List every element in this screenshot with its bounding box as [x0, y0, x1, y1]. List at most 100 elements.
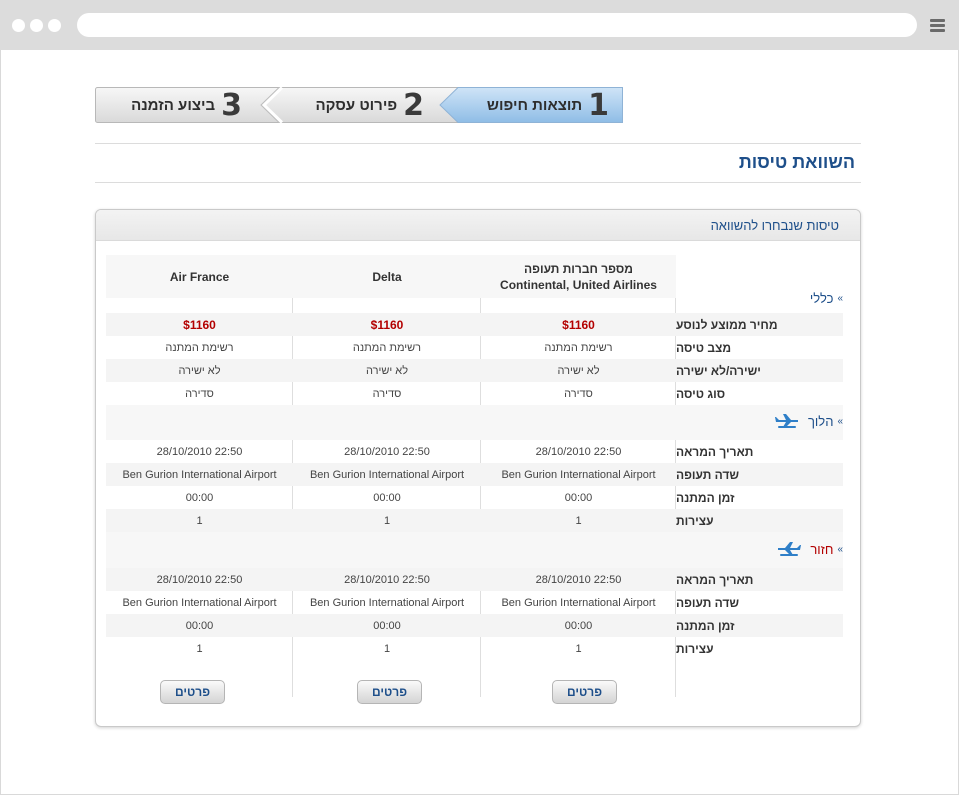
- row-label: שדה תעופה: [676, 595, 740, 610]
- cell-value: רשימת המתנה: [544, 341, 613, 354]
- cell-value: 00:00: [185, 619, 214, 632]
- airline-name: Delta: [372, 269, 402, 284]
- table-row: 00:00 00:00 00:00 זמן המתנה: [106, 614, 843, 637]
- airline-name: Continental, United Airlines: [500, 277, 657, 292]
- cell-value: 1: [196, 642, 203, 655]
- cell-value: 1: [196, 514, 203, 527]
- row-label: עצירות: [676, 641, 714, 656]
- table-row: 28/10/2010 22:50 28/10/2010 22:50 28/10/…: [106, 440, 843, 463]
- table-row: 28/10/2010 22:50 28/10/2010 22:50 28/10/…: [106, 568, 843, 591]
- table-row: Ben Gurion International Airport Ben Gur…: [106, 463, 843, 486]
- window-dot-icon[interactable]: [48, 19, 61, 32]
- step-2[interactable]: 2 פירוט עסקה: [278, 87, 458, 123]
- cell-value: 28/10/2010 22:50: [344, 445, 430, 458]
- cell-value: 28/10/2010 22:50: [535, 445, 622, 458]
- step-1[interactable]: 1 תוצאות חיפוש: [440, 87, 623, 123]
- cell-value: 00:00: [564, 491, 593, 504]
- section-row-outbound: » הלוך: [106, 405, 843, 440]
- row-label: תאריך המראה: [676, 444, 754, 459]
- double-chevron-icon: »: [837, 293, 843, 304]
- details-button[interactable]: פרטים: [160, 680, 225, 704]
- step-number: 3: [221, 87, 242, 123]
- table-row: 1 1 1 עצירות: [106, 637, 843, 660]
- cell-value: Ben Gurion International Airport: [501, 468, 656, 481]
- row-label: שדה תעופה: [676, 467, 740, 482]
- cell-value: רשימת המתנה: [165, 341, 234, 354]
- cell-value: 00:00: [373, 619, 401, 632]
- airline-count: מספר חברות תעופה: [524, 261, 633, 276]
- cell-value: 00:00: [185, 491, 214, 504]
- cell-value: 1: [383, 642, 391, 655]
- cell-value: לא ישירה: [557, 364, 600, 377]
- price-value: $1160: [562, 317, 595, 332]
- cell-value: סדירה: [372, 387, 402, 400]
- cell-value: סדירה: [564, 387, 593, 400]
- step-label: תוצאות חיפוש: [486, 96, 583, 114]
- panel-title: טיסות שנבחרו להשוואה: [96, 210, 860, 241]
- section-outbound[interactable]: » הלוך: [774, 413, 843, 429]
- section-return[interactable]: » חזור: [776, 541, 843, 557]
- step-label: ביצוע הזמנה: [131, 96, 216, 114]
- table-row: לא ישירה לא ישירה לא ישירה ישירה/לא ישיר…: [106, 359, 843, 382]
- window-dot-icon[interactable]: [30, 19, 43, 32]
- cell-value: לא ישירה: [178, 364, 221, 377]
- price-value: $1160: [183, 317, 216, 332]
- table-header-row: Air France Delta מספר חברות תעופה Contin…: [106, 255, 843, 313]
- table-row: 00:00 00:00 00:00 זמן המתנה: [106, 486, 843, 509]
- cell-value: Ben Gurion International Airport: [501, 596, 656, 609]
- row-label: סוג טיסה: [676, 386, 726, 401]
- row-label: מחיר ממוצע לנוסע: [676, 317, 778, 332]
- cell-value: 00:00: [564, 619, 593, 632]
- cell-value: 00:00: [373, 491, 401, 504]
- step-label: פירוט עסקה: [315, 96, 398, 114]
- airplane-icon: [778, 542, 802, 556]
- divider: [95, 143, 861, 144]
- row-label: זמן המתנה: [676, 618, 735, 633]
- row-label: מצב טיסה: [676, 340, 732, 355]
- double-chevron-icon: »: [837, 415, 843, 427]
- column-header-multi-airline: מספר חברות תעופה Continental, United Air…: [481, 255, 676, 298]
- hamburger-icon[interactable]: [930, 19, 945, 32]
- row-label: תאריך המראה: [676, 572, 754, 587]
- cell-value: Ben Gurion International Airport: [122, 468, 277, 481]
- section-label: כללי: [809, 291, 834, 306]
- step-number: 2: [403, 87, 424, 123]
- actions-row: פרטים פרטים פרטים: [106, 664, 843, 714]
- table-row: 1 1 1 עצירות: [106, 509, 843, 532]
- step-number: 1: [588, 87, 609, 123]
- step-3[interactable]: 3 ביצוע הזמנה: [95, 87, 260, 123]
- column-header-air-france: Air France: [106, 255, 293, 298]
- cell-value: 28/10/2010 22:50: [535, 573, 622, 586]
- section-general[interactable]: » כללי: [810, 291, 843, 306]
- cell-value: 28/10/2010 22:50: [344, 573, 430, 586]
- comparison-table: Air France Delta מספר חברות תעופה Contin…: [106, 255, 843, 714]
- cell-value: סדירה: [185, 387, 214, 400]
- window-dot-icon[interactable]: [12, 19, 25, 32]
- divider: [95, 182, 861, 183]
- price-value: $1160: [370, 317, 404, 332]
- page-title: השוואת טיסות: [738, 152, 855, 172]
- column-header-delta: Delta: [293, 255, 481, 298]
- table-row: רשימת המתנה רשימת המתנה רשימת המתנה מצב …: [106, 336, 843, 359]
- details-button[interactable]: פרטים: [357, 680, 422, 704]
- table-row: $1160 $1160 $1160 מחיר ממוצע לנוסע: [106, 313, 843, 336]
- table-row: Ben Gurion International Airport Ben Gur…: [106, 591, 843, 614]
- table-row: סדירה סדירה סדירה סוג טיסה: [106, 382, 843, 405]
- cell-value: 1: [575, 514, 582, 527]
- row-label: ישירה/לא ישירה: [676, 363, 761, 378]
- booking-stepper: 1 תוצאות חיפוש 2 פירוט עסקה 3 ביצוע הזמנ…: [95, 87, 623, 123]
- cell-value: רשימת המתנה: [352, 341, 422, 354]
- address-bar[interactable]: [77, 13, 917, 37]
- cell-value: Ben Gurion International Airport: [309, 596, 465, 609]
- row-label: זמן המתנה: [676, 490, 735, 505]
- row-label: עצירות: [676, 513, 714, 528]
- cell-value: 28/10/2010 22:50: [156, 573, 243, 586]
- double-chevron-icon: »: [837, 543, 843, 555]
- browser-chrome: [0, 0, 959, 50]
- details-button[interactable]: פרטים: [552, 680, 617, 704]
- section-row-return: » חזור: [106, 532, 843, 568]
- airplane-icon: [774, 414, 798, 428]
- section-label: חזור: [810, 541, 834, 557]
- cell-value: 1: [575, 642, 582, 655]
- cell-value: 28/10/2010 22:50: [156, 445, 243, 458]
